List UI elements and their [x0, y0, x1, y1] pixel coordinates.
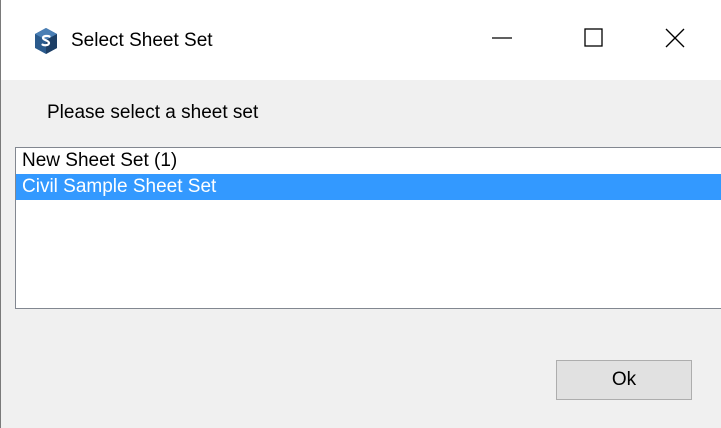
close-button[interactable] [629, 0, 721, 80]
title-bar[interactable]: Select Sheet Set [1, 0, 721, 80]
minimize-icon [491, 27, 513, 54]
maximize-button[interactable] [548, 0, 640, 80]
window-title: Select Sheet Set [71, 30, 213, 51]
minimize-button[interactable] [456, 0, 548, 80]
close-icon [664, 27, 686, 54]
maximize-icon [583, 27, 605, 54]
sheet-set-list[interactable]: New Sheet Set (1) Civil Sample Sheet Set [15, 147, 721, 309]
list-item-civil-sample-sheet-set[interactable]: Civil Sample Sheet Set [16, 174, 721, 200]
list-item-new-sheet-set[interactable]: New Sheet Set (1) [16, 148, 721, 174]
ok-button[interactable]: Ok [556, 360, 692, 400]
select-sheet-set-dialog: Select Sheet Set Please select a sheet s… [0, 0, 721, 428]
prompt-label: Please select a sheet set [47, 102, 259, 123]
sheet-set-app-icon [34, 27, 58, 55]
